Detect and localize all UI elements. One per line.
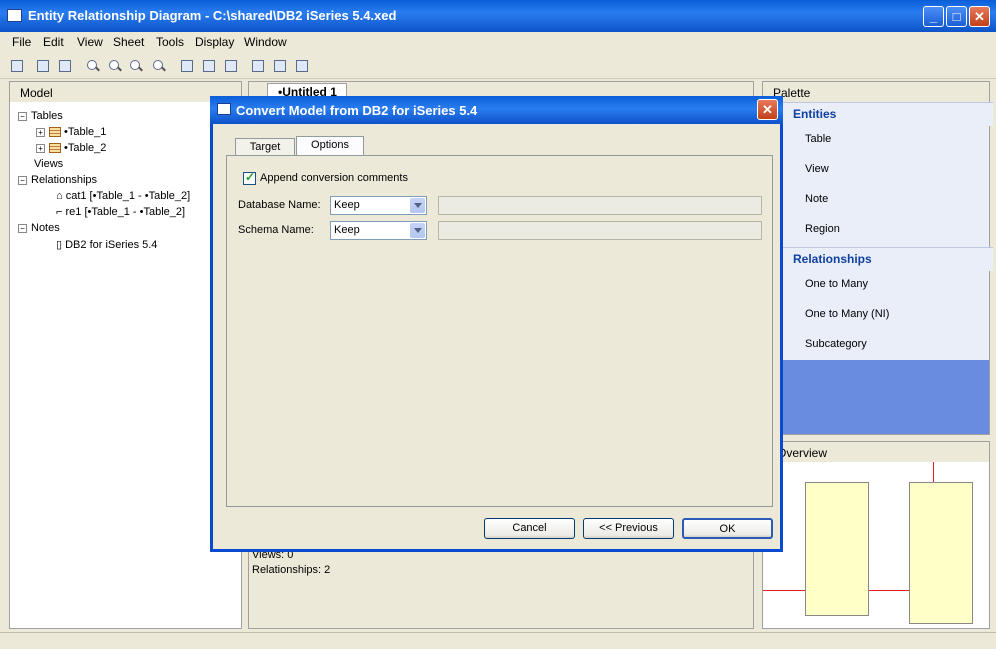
table-icon [49, 127, 61, 138]
overview-title: Overview [777, 446, 828, 460]
palette-empty-area [763, 360, 989, 434]
model-pane-title: Model [20, 86, 53, 100]
list-icon[interactable] [249, 57, 267, 75]
tree-table2[interactable]: + •Table_2 [36, 142, 106, 154]
relationships-count: Relationships: 2 [252, 564, 331, 576]
tree-note1-label: DB2 for iSeries 5.4 [65, 239, 158, 251]
tree-notes[interactable]: − Notes [18, 222, 60, 234]
tree-table1-label: •Table_1 [64, 126, 107, 138]
zoom-in-icon[interactable] [106, 57, 124, 75]
overview-table2-thumb [909, 482, 973, 624]
columns-icon[interactable] [200, 57, 218, 75]
previous-button[interactable]: << Previous [583, 518, 674, 539]
menu-display[interactable]: Display [195, 35, 234, 49]
database-name-value: Keep [334, 199, 360, 211]
dialog-title: Convert Model from DB2 for iSeries 5.4 [236, 103, 478, 118]
database-name-label: Database Name: [238, 199, 321, 211]
palette-view[interactable]: View [805, 163, 829, 175]
toolbar [0, 53, 996, 79]
tab-options[interactable]: Options [296, 136, 364, 156]
ok-button[interactable]: OK [682, 518, 773, 539]
palette-one-to-many[interactable]: One to Many [805, 278, 868, 290]
menu-sheet[interactable]: Sheet [113, 35, 144, 49]
tree-table1[interactable]: + •Table_1 [36, 126, 106, 138]
network-icon[interactable] [293, 57, 311, 75]
zoom-actual-icon[interactable] [150, 57, 168, 75]
close-window-button[interactable]: ✕ [969, 6, 990, 27]
append-comments-label: Append conversion comments [260, 172, 408, 184]
menu-window[interactable]: Window [244, 35, 287, 49]
zoom-out-icon[interactable] [127, 57, 145, 75]
app-icon [7, 9, 22, 22]
palette-header: Palette [763, 82, 989, 102]
minimize-button[interactable]: _ [923, 6, 944, 27]
window-title-bar: Entity Relationship Diagram - C:\shared\… [0, 0, 996, 32]
overview-table1-thumb [805, 482, 869, 616]
options-tab-panel: Append conversion comments Database Name… [226, 155, 773, 507]
schema-name-value: Keep [334, 224, 360, 236]
cancel-button[interactable]: Cancel [484, 518, 575, 539]
model-pane: Model − Tables + •Table_1 + •Table_2 Views … [9, 81, 242, 629]
tree-tables-label: Tables [31, 110, 63, 122]
schema-name-label: Schema Name: [238, 224, 314, 236]
palette-relationships-section[interactable]: Relationships [763, 247, 993, 271]
database-name-field [438, 196, 762, 215]
tree-rel-re1[interactable]: ⌐ re1 [•Table_1 - •Table_2] [56, 206, 185, 218]
properties-icon[interactable] [178, 57, 196, 75]
chevron-down-icon [410, 223, 425, 238]
tree-rel-re1-label: re1 [•Table_1 - •Table_2] [65, 206, 186, 218]
menu-edit[interactable]: Edit [43, 35, 64, 49]
tree-views-label: Views [34, 158, 64, 170]
maximize-button[interactable]: □ [946, 6, 967, 27]
tree-notes-label: Notes [31, 222, 60, 234]
table-icon [49, 143, 61, 154]
schema-name-select[interactable]: Keep [330, 221, 427, 240]
dialog-close-button[interactable]: ✕ [757, 99, 778, 120]
note-icon: ▯ [56, 239, 66, 251]
palette-one-to-many-ni[interactable]: One to Many (NI) [805, 308, 889, 320]
tree-rel-cat1-label: cat1 [•Table_1 - •Table_2] [65, 190, 191, 202]
palette-region[interactable]: Region [805, 223, 840, 235]
dialog-title-bar: Convert Model from DB2 for iSeries 5.4 ✕ [210, 96, 783, 124]
save-icon[interactable] [8, 57, 26, 75]
tree-rel-cat1[interactable]: ⌂ cat1 [•Table_1 - •Table_2] [56, 190, 190, 202]
tab-target[interactable]: Target [235, 138, 295, 156]
print-icon[interactable] [34, 57, 52, 75]
tree-note1[interactable]: ▯ DB2 for iSeries 5.4 [56, 238, 157, 251]
zoom-fit-icon[interactable] [84, 57, 102, 75]
line-icon[interactable] [222, 57, 240, 75]
menu-file[interactable]: File [12, 35, 31, 49]
window-title: Entity Relationship Diagram - C:\shared\… [28, 8, 397, 23]
dialog-app-icon [217, 103, 231, 115]
append-comments-checkbox[interactable] [243, 170, 256, 185]
palette-table[interactable]: Table [805, 133, 831, 145]
status-bar [0, 632, 996, 649]
chevron-down-icon [410, 198, 425, 213]
menu-bar: File Edit View Sheet Tools Display Windo… [0, 32, 996, 52]
tree-relationships[interactable]: − Relationships [18, 174, 97, 186]
tree-views[interactable]: Views [34, 158, 63, 170]
convert-model-dialog: Convert Model from DB2 for iSeries 5.4 ✕… [210, 96, 783, 552]
menu-tools[interactable]: Tools [156, 35, 184, 49]
palette-subcategory[interactable]: Subcategory [805, 338, 867, 350]
overview-header: Overview [763, 442, 989, 462]
tree-tables[interactable]: − Tables [18, 110, 63, 122]
palette-note[interactable]: Note [805, 193, 828, 205]
schema-name-field [438, 221, 762, 240]
database-name-select[interactable]: Keep [330, 196, 427, 215]
model-pane-header: Model [10, 82, 241, 102]
menu-view[interactable]: View [77, 35, 103, 49]
tree-relationships-label: Relationships [31, 174, 98, 186]
grid-icon[interactable] [271, 57, 289, 75]
overview-pane: Overview [762, 441, 990, 629]
subcategory-icon: ⌂ [56, 190, 66, 202]
tree-table2-label: •Table_2 [64, 142, 107, 154]
palette-pane: Palette Entities Table View Note Region … [762, 81, 993, 435]
page-setup-icon[interactable] [56, 57, 74, 75]
palette-entities-section[interactable]: Entities [763, 102, 993, 126]
